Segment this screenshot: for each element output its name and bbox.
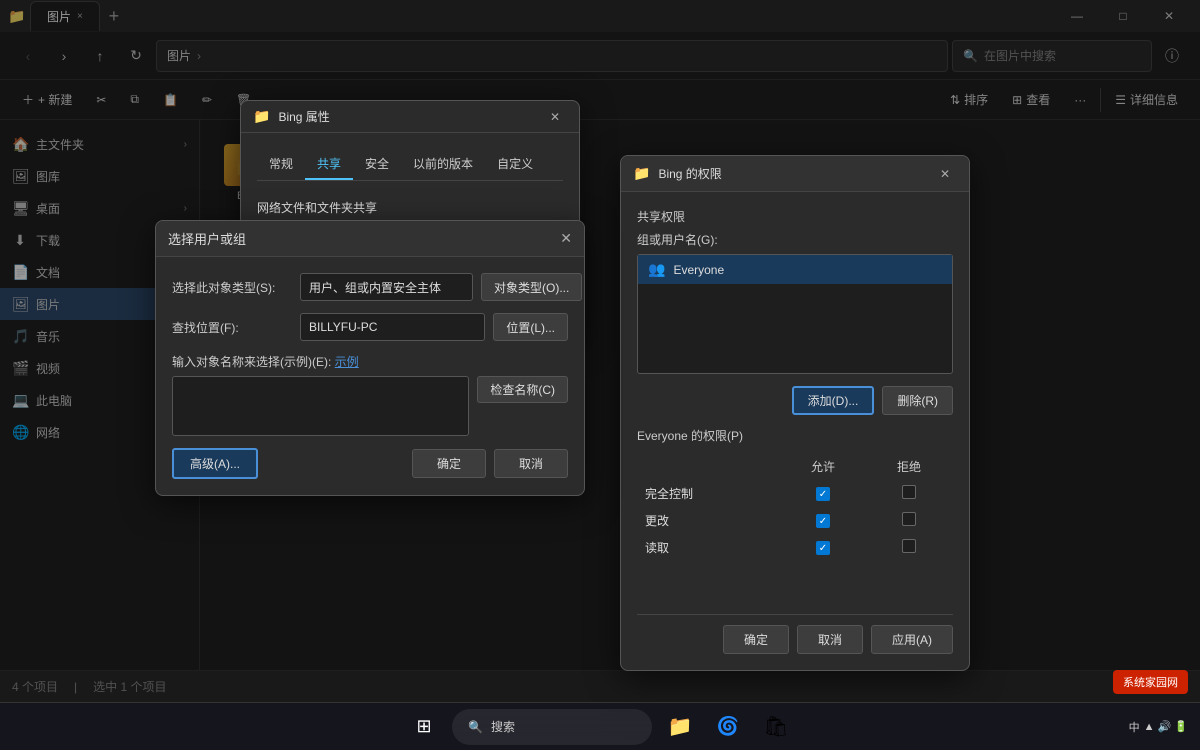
enter-name-group: 检查名称(C) <box>172 376 568 436</box>
perms-close-btn[interactable]: ✕ <box>933 162 957 186</box>
rights-row: 更改 ✓ <box>639 508 951 533</box>
right-allow[interactable]: ✓ <box>781 481 865 506</box>
rights-col-header <box>639 454 779 479</box>
props-section-title: 网络文件和文件夹共享 <box>257 193 563 223</box>
rights-row: 读取 ✓ <box>639 535 951 560</box>
select-user-dialog: 选择用户或组 ✕ 选择此对象类型(S): 对象类型(O)... 查找位置(F):… <box>155 220 585 496</box>
su-body: 选择此对象类型(S): 对象类型(O)... 查找位置(F): 位置(L)...… <box>156 257 584 495</box>
everyone-user-icon: 👥 <box>648 261 665 278</box>
taskbar-store-icon: 🛍 <box>763 714 788 739</box>
everyone-label: Everyone <box>673 263 724 277</box>
perms-ok-btn[interactable]: 确定 <box>723 625 789 654</box>
permissions-label: 共享权限 <box>637 208 953 225</box>
right-name: 完全控制 <box>639 481 779 506</box>
group-label: 组或用户名(G): <box>637 231 953 248</box>
perms-icon: 📁 <box>633 165 650 182</box>
right-deny[interactable] <box>867 481 951 506</box>
location-btn[interactable]: 位置(L)... <box>493 313 568 341</box>
advanced-btn[interactable]: 高级(A)... <box>172 448 258 479</box>
perms-title-bar: 📁 Bing 的权限 ✕ <box>621 156 969 192</box>
props-tab-security[interactable]: 安全 <box>353 149 401 180</box>
deny-header: 拒绝 <box>867 454 951 479</box>
right-deny[interactable] <box>867 535 951 560</box>
location-input[interactable] <box>300 313 485 341</box>
taskbar-search-label: 搜索 <box>491 718 515 735</box>
object-type-btn[interactable]: 对象类型(O)... <box>481 273 582 301</box>
allow-header: 允许 <box>781 454 865 479</box>
props-tab-share[interactable]: 共享 <box>305 149 353 180</box>
tray-icons: ▲ 🔊 🔋 <box>1144 720 1188 733</box>
props-tab-general[interactable]: 常规 <box>257 149 305 180</box>
su-title-bar: 选择用户或组 ✕ <box>156 221 584 257</box>
right-name: 更改 <box>639 508 779 533</box>
taskbar-store-btn[interactable]: 🛍 <box>756 707 796 747</box>
allow-checkbox[interactable]: ✓ <box>816 541 830 555</box>
rights-title: Everyone 的权限(P) <box>637 427 953 444</box>
example-link[interactable]: 示例 <box>335 355 359 369</box>
enter-name-label: 输入对象名称来选择(示例)(E): 示例 <box>172 353 568 370</box>
su-close-btn[interactable]: ✕ <box>560 230 572 247</box>
taskbar-search-icon: 🔍 <box>468 720 483 734</box>
props-tab-custom[interactable]: 自定义 <box>485 149 545 180</box>
location-group: 位置(L)... <box>300 313 568 341</box>
enter-name-section: 输入对象名称来选择(示例)(E): 示例 检查名称(C) <box>172 353 568 436</box>
perms-title: Bing 的权限 <box>658 165 933 182</box>
object-type-label: 选择此对象类型(S): <box>172 273 292 296</box>
perms-body: 共享权限 组或用户名(G): 👥 Everyone 添加(D)... 删除(R)… <box>621 192 969 670</box>
taskbar-edge-icon: 🌀 <box>717 716 739 737</box>
everyone-item[interactable]: 👥 Everyone <box>638 255 952 284</box>
right-allow[interactable]: ✓ <box>781 535 865 560</box>
deny-checkbox[interactable] <box>902 539 916 553</box>
rights-row: 完全控制 ✓ <box>639 481 951 506</box>
location-row: 查找位置(F): 位置(L)... <box>172 313 568 341</box>
start-btn[interactable]: ⊞ <box>404 707 444 747</box>
object-type-input[interactable] <box>300 273 473 301</box>
props-tabs: 常规 共享 安全 以前的版本 自定义 <box>257 149 563 181</box>
perms-footer: 确定 取消 应用(A) <box>637 614 953 654</box>
watermark-text: 系统家园网 <box>1123 677 1178 689</box>
taskbar-search[interactable]: 🔍 搜索 <box>452 709 652 745</box>
start-icon: ⊞ <box>416 716 431 737</box>
bing-props-icon: 📁 <box>253 108 270 125</box>
su-cancel-btn[interactable]: 取消 <box>494 449 568 478</box>
deny-checkbox[interactable] <box>902 512 916 526</box>
perms-cancel-btn[interactable]: 取消 <box>797 625 863 654</box>
perms-user-list: 👥 Everyone <box>637 254 953 374</box>
perms-btn-row: 添加(D)... 删除(R) <box>637 386 953 415</box>
rights-table: 允许 拒绝 完全控制 ✓ 更改 ✓ 读取 ✓ <box>637 452 953 562</box>
name-textarea[interactable] <box>172 376 469 436</box>
check-name-btn[interactable]: 检查名称(C) <box>477 376 568 403</box>
right-allow[interactable]: ✓ <box>781 508 865 533</box>
add-btn[interactable]: 添加(D)... <box>792 386 875 415</box>
bing-props-close-btn[interactable]: ✕ <box>543 105 567 129</box>
su-footer-right: 确定 取消 <box>412 449 568 478</box>
allow-checkbox[interactable]: ✓ <box>816 487 830 501</box>
bing-props-title: Bing 属性 <box>278 108 535 125</box>
remove-btn[interactable]: 删除(R) <box>882 386 953 415</box>
explorer-window: 📁 图片 × + — □ ✕ ‹ › ↑ ↻ 图片 › 🔍 在图片中搜索 ⓘ <box>0 0 1200 750</box>
su-ok-btn[interactable]: 确定 <box>412 449 486 478</box>
right-deny[interactable] <box>867 508 951 533</box>
su-title: 选择用户或组 <box>168 229 246 248</box>
taskbar-edge-btn[interactable]: 🌀 <box>708 707 748 747</box>
bing-permissions-dialog: 📁 Bing 的权限 ✕ 共享权限 组或用户名(G): 👥 Everyone 添… <box>620 155 970 671</box>
taskbar: ⊞ 🔍 搜索 📁 🌀 🛍 中 ▲ 🔊 🔋 <box>0 702 1200 750</box>
location-label: 查找位置(F): <box>172 313 292 336</box>
watermark: 系统家园网 <box>1113 670 1188 694</box>
taskbar-explorer-icon: 📁 <box>668 714 693 739</box>
right-name: 读取 <box>639 535 779 560</box>
deny-checkbox[interactable] <box>902 485 916 499</box>
lang-indicator: 中 <box>1129 719 1140 735</box>
su-footer: 高级(A)... 确定 取消 <box>172 448 568 479</box>
object-type-row: 选择此对象类型(S): 对象类型(O)... <box>172 273 568 301</box>
taskbar-right: 中 ▲ 🔊 🔋 <box>1129 719 1188 735</box>
object-type-group: 对象类型(O)... <box>300 273 582 301</box>
props-tab-previous[interactable]: 以前的版本 <box>401 149 485 180</box>
allow-checkbox[interactable]: ✓ <box>816 514 830 528</box>
taskbar-explorer-btn[interactable]: 📁 <box>660 707 700 747</box>
bing-props-title-bar: 📁 Bing 属性 ✕ <box>241 101 579 133</box>
perms-apply-btn[interactable]: 应用(A) <box>871 625 953 654</box>
